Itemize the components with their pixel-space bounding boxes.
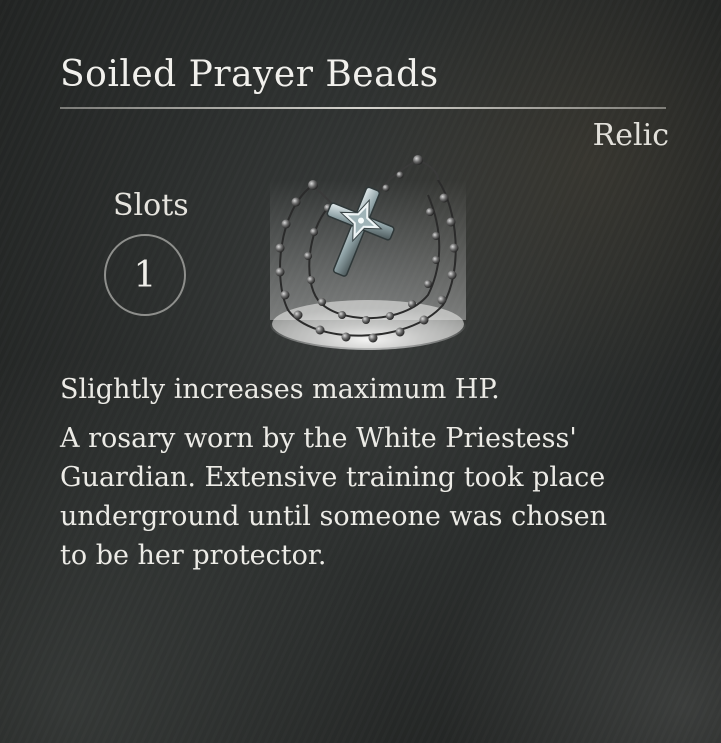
item-lore-text: A rosary worn by the White Priestess' Gu… <box>60 423 608 571</box>
item-effect-text: Slightly increases maximum HP. <box>60 374 500 405</box>
title-divider <box>60 107 666 109</box>
slots-count-badge: 1 <box>104 234 186 316</box>
slots-count: 1 <box>133 254 157 296</box>
item-category: Relic <box>592 118 669 153</box>
slots-label: Slots <box>113 188 189 223</box>
rosary-beads-icon <box>270 155 466 350</box>
item-title: Soiled Prayer Beads <box>60 54 439 95</box>
